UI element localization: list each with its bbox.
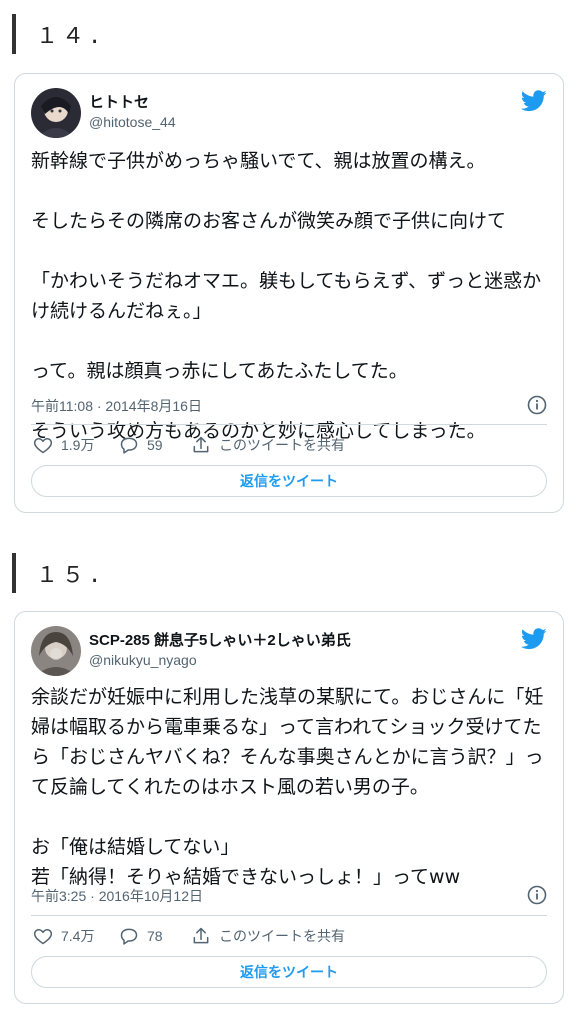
tweet-header: SCP-285 餅息子5しゃい＋2しゃい弟氏 @nikukyu_nyago — [31, 626, 547, 676]
divider — [31, 424, 547, 425]
section-bar — [12, 553, 16, 593]
share-label: このツイートを共有 — [219, 928, 345, 944]
like-count: 1.9万 — [61, 437, 95, 453]
tweet-card[interactable]: ヒトトセ @hitotose_44 新幹線で子供がめっちゃ騒いでて、親は放置の構… — [14, 73, 564, 513]
handle[interactable]: @hitotose_44 — [89, 112, 176, 132]
section-number: １４. — [36, 24, 106, 49]
tweet-actions: 7.4万 78 このツイートを共有 — [33, 924, 547, 948]
heart-icon — [33, 438, 53, 454]
reply-count: 59 — [147, 437, 163, 453]
section-heading-15: １５. — [12, 553, 552, 593]
avatar[interactable] — [31, 626, 81, 676]
timestamp[interactable]: 午前3:25 · 2016年10月12日 — [31, 886, 203, 906]
info-icon[interactable] — [527, 885, 547, 905]
share-action[interactable]: このツイートを共有 — [191, 924, 345, 948]
tweet-author[interactable]: SCP-285 餅息子5しゃい＋2しゃい弟氏 @nikukyu_nyago — [89, 632, 351, 670]
reply-action[interactable]: 78 — [119, 924, 163, 948]
reply-count: 78 — [147, 928, 163, 944]
tweet-author[interactable]: ヒトトセ @hitotose_44 — [89, 94, 176, 132]
display-name[interactable]: ヒトトセ — [89, 94, 176, 112]
share-label: このツイートを共有 — [219, 437, 345, 453]
twitter-bird-icon[interactable] — [521, 90, 547, 112]
reply-bubble-icon — [120, 437, 138, 454]
tweet-text: 余談だが妊娠中に利用した浅草の某駅にて。おじさんに「妊婦は幅取るから電車乗るな」… — [31, 686, 544, 888]
avatar[interactable] — [31, 88, 81, 138]
tweet-card[interactable]: SCP-285 餅息子5しゃい＋2しゃい弟氏 @nikukyu_nyago 余談… — [14, 611, 564, 1004]
share-icon — [193, 436, 209, 453]
heart-icon — [33, 929, 53, 945]
section-bar — [12, 14, 16, 54]
divider — [31, 915, 547, 916]
like-action[interactable]: 7.4万 — [33, 924, 94, 948]
reply-bubble-icon — [120, 928, 138, 945]
info-icon[interactable] — [527, 395, 547, 415]
share-icon — [193, 927, 209, 944]
reply-action[interactable]: 59 — [119, 433, 163, 457]
like-action[interactable]: 1.9万 — [33, 433, 94, 457]
timestamp[interactable]: 午前11:08 · 2014年8月16日 — [31, 396, 202, 416]
section-heading-14: １４. — [12, 14, 552, 54]
display-name[interactable]: SCP-285 餅息子5しゃい＋2しゃい弟氏 — [89, 632, 351, 650]
like-count: 7.4万 — [61, 928, 95, 944]
share-action[interactable]: このツイートを共有 — [191, 433, 345, 457]
tweet-header: ヒトトセ @hitotose_44 — [31, 88, 547, 138]
reply-tweet-button[interactable]: 返信をツイート — [31, 465, 547, 497]
twitter-bird-icon[interactable] — [521, 628, 547, 650]
handle[interactable]: @nikukyu_nyago — [89, 650, 351, 670]
reply-tweet-button[interactable]: 返信をツイート — [31, 956, 547, 988]
section-number: １５. — [36, 563, 106, 588]
tweet-actions: 1.9万 59 このツイートを共有 — [33, 433, 547, 457]
